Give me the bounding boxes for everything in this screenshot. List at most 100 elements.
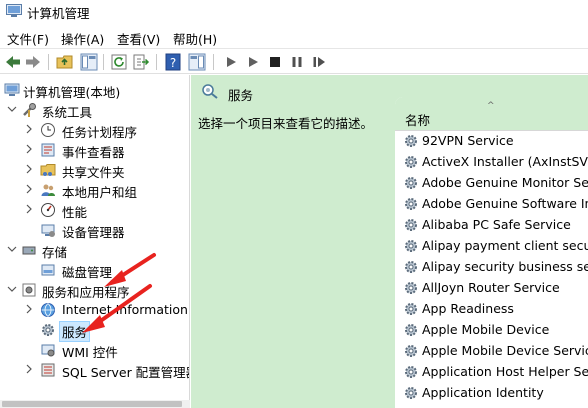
menu-file[interactable]: 文件(F)	[7, 29, 49, 48]
gear-icon	[405, 219, 417, 231]
service-row[interactable]: Application Identity	[395, 383, 588, 404]
sql-server-icon	[41, 363, 55, 377]
service-row[interactable]: Apple Mobile Device Service	[395, 341, 588, 362]
services-pane: 服务 选择一个项目来查看它的描述。 ^ 名称 92VPN Service Acti…	[191, 75, 588, 408]
scrollbar-thumb[interactable]	[2, 401, 182, 407]
menu-help[interactable]: 帮助(H)	[173, 29, 217, 48]
service-row[interactable]: Alipay security business service	[395, 257, 588, 278]
service-row[interactable]: 92VPN Service	[395, 131, 588, 152]
tree-item-label: 事件查看器	[62, 145, 125, 160]
toolbar-separator	[48, 54, 49, 70]
tree-item-label: 性能	[62, 205, 88, 220]
chevron-right-icon[interactable]	[24, 164, 34, 174]
tree-item-label: 任务计划程序	[62, 125, 138, 140]
back-arrow-icon[interactable]	[4, 53, 22, 71]
chevron-down-icon[interactable]	[7, 244, 17, 254]
service-row[interactable]: AllJoyn Router Service	[395, 278, 588, 299]
clock-icon	[41, 123, 55, 137]
chevron-right-icon[interactable]	[24, 124, 34, 134]
export-list-icon[interactable]	[132, 53, 150, 71]
title-bar[interactable]: 计算机管理	[0, 0, 588, 22]
chevron-right-icon[interactable]	[24, 184, 34, 194]
help-icon[interactable]: ?	[164, 53, 182, 71]
service-name: Application Host Helper Service	[422, 364, 588, 379]
sort-ascending-indicator: ^	[487, 101, 495, 111]
window-title: 计算机管理	[27, 6, 90, 21]
users-icon	[41, 184, 55, 196]
performance-icon	[41, 203, 55, 217]
service-name: App Readiness	[422, 301, 514, 316]
gear-icon	[405, 261, 417, 273]
storage-icon	[22, 246, 36, 255]
chevron-right-icon[interactable]	[24, 364, 34, 374]
service-name: ActiveX Installer (AxInstSV)	[422, 154, 588, 169]
chevron-right-icon[interactable]	[24, 144, 34, 154]
up-folder-icon[interactable]	[56, 53, 74, 71]
show-hide-console-tree-icon[interactable]	[80, 53, 98, 71]
pause-service-icon[interactable]	[288, 53, 306, 71]
chevron-right-icon[interactable]	[24, 304, 34, 314]
menu-view[interactable]: 查看(V)	[117, 29, 160, 48]
service-name: Alipay payment client security service	[422, 238, 588, 253]
service-row[interactable]: Alibaba PC Safe Service	[395, 215, 588, 236]
event-viewer-icon	[41, 143, 55, 157]
service-row[interactable]: Apple Mobile Device	[395, 320, 588, 341]
tree-item-label: 设备管理器	[62, 225, 125, 240]
svg-text:?: ?	[170, 56, 176, 70]
toolbar-separator	[213, 54, 214, 70]
start-service-icon[interactable]	[222, 53, 240, 71]
chevron-down-icon[interactable]	[7, 104, 17, 114]
computer-management-window: 计算机管理 文件(F) 操作(A) 查看(V) 帮助(H) ? 计算机管理(本地…	[0, 0, 588, 408]
service-row[interactable]: ActiveX Installer (AxInstSV)	[395, 152, 588, 173]
service-row[interactable]: Adobe Genuine Software Integrity Service	[395, 194, 588, 215]
list-header: ^ 名称	[395, 97, 588, 131]
gear-icon	[405, 303, 417, 315]
services-list[interactable]: ^ 名称 92VPN Service ActiveX Installer (AxI…	[395, 97, 588, 408]
tree-item-label: 存储	[42, 245, 68, 260]
service-name: Apple Mobile Device	[422, 322, 550, 337]
refresh-icon[interactable]	[110, 53, 128, 71]
tree-horizontal-scrollbar[interactable]	[0, 400, 190, 408]
wmi-control-icon	[41, 344, 55, 357]
description-hint: 选择一个项目来查看它的描述。	[198, 116, 374, 131]
gear-icon	[405, 240, 417, 252]
service-name: 92VPN Service	[422, 133, 514, 148]
chevron-down-icon[interactable]	[7, 284, 17, 294]
service-name: Alibaba PC Safe Service	[422, 217, 571, 232]
toolbar-separator	[103, 54, 104, 70]
service-row[interactable]: Application Host Helper Service	[395, 362, 588, 383]
service-row[interactable]: Adobe Genuine Monitor Service	[395, 173, 588, 194]
show-action-pane-icon[interactable]	[188, 53, 206, 71]
service-name: Adobe Genuine Monitor Service	[422, 175, 588, 190]
console-tree[interactable]: 计算机管理(本地) 系统工具 任务计划程序 事件查看器 共享文件夹 本地用户和组…	[0, 75, 190, 408]
tree-item-label: 服务	[58, 321, 91, 342]
gear-icon	[405, 387, 417, 399]
service-row[interactable]: Alipay payment client security service	[395, 236, 588, 257]
tree-item-label: 服务和应用程序	[42, 285, 130, 300]
toolbar: ?	[0, 48, 588, 74]
tree-item-label: 本地用户和组	[62, 185, 138, 200]
tree-item-label: SQL Server 配置管理器	[62, 365, 190, 380]
gear-icon	[405, 282, 417, 294]
tree-item-label: 共享文件夹	[62, 165, 125, 180]
service-name: Adobe Genuine Software Integrity Service	[422, 196, 588, 211]
device-manager-icon	[41, 224, 55, 237]
disk-management-icon	[41, 264, 55, 276]
restart-service-icon[interactable]	[310, 53, 328, 71]
stop-service-icon[interactable]	[266, 53, 284, 71]
forward-arrow-icon[interactable]	[24, 53, 42, 71]
iis-globe-icon	[41, 303, 55, 317]
column-header-name[interactable]: 名称	[405, 110, 430, 129]
service-row[interactable]: App Readiness	[395, 299, 588, 320]
service-name: Alipay security business service	[422, 259, 588, 274]
gear-icon	[405, 366, 417, 378]
service-name: AllJoyn Router Service	[422, 280, 560, 295]
gear-icon	[405, 156, 417, 168]
start-service-alt-icon[interactable]	[244, 53, 262, 71]
tree-item-label: 磁盘管理	[62, 265, 113, 280]
menu-action[interactable]: 操作(A)	[61, 29, 104, 48]
computer-management-icon	[6, 4, 22, 17]
services-applications-icon	[22, 283, 36, 297]
tree-item-label: WMI 控件	[62, 345, 118, 360]
chevron-right-icon[interactable]	[24, 204, 34, 214]
